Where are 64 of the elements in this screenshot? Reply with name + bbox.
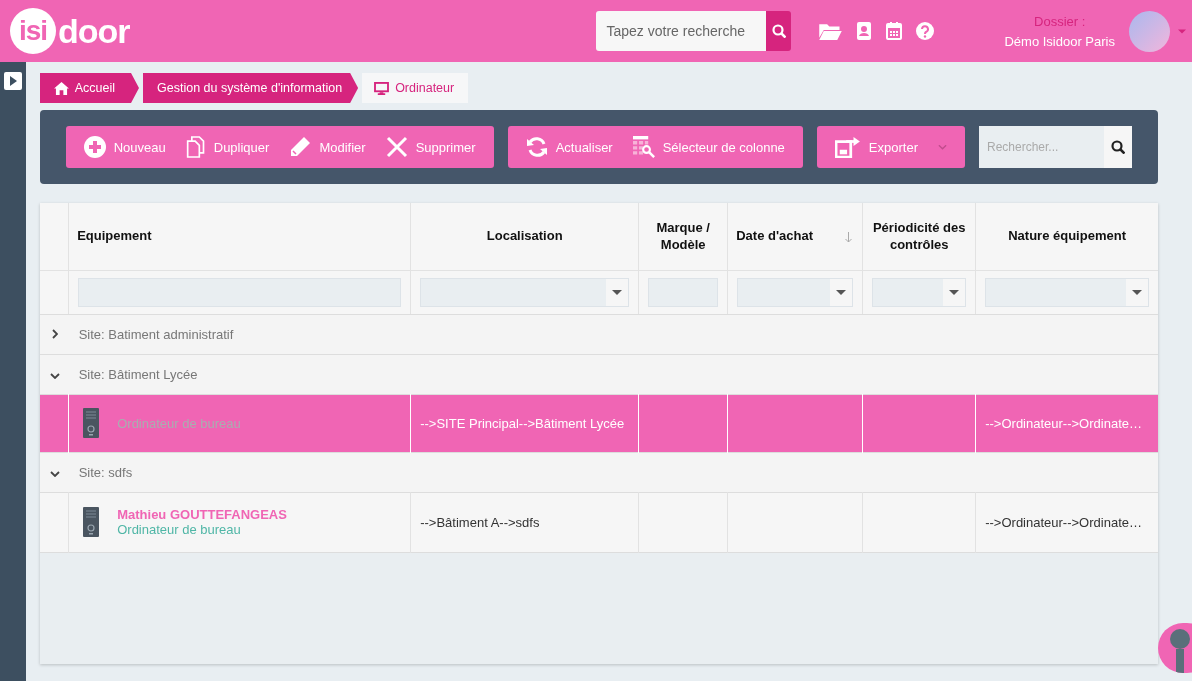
help-icon[interactable]: [916, 22, 935, 40]
filter-field[interactable]: [78, 277, 402, 307]
logo[interactable]: isi door: [10, 8, 130, 54]
group-label: Site: Bâtiment Lycée: [78, 366, 198, 382]
equipment-name: Ordinateur de bureau: [117, 522, 242, 537]
table-search-icon: [632, 136, 655, 158]
plus-circle-icon: [83, 136, 106, 158]
caret-icon: [612, 289, 623, 295]
chevron-down-icon[interactable]: [49, 372, 60, 379]
column-header[interactable]: Equipement: [68, 203, 411, 270]
contact-card-icon[interactable]: [856, 22, 873, 40]
toolbar-button[interactable]: Actualiser: [515, 126, 623, 168]
copy-icon: [185, 136, 206, 158]
play-icon: [8, 76, 17, 86]
refresh-icon: [525, 136, 548, 158]
table-cell: -->Bâtiment A-->sdfs: [420, 514, 540, 530]
dossier-label: Dossier :: [1033, 13, 1087, 29]
export-icon: [834, 136, 861, 158]
group-label: Site: Batiment administratif: [78, 326, 234, 342]
toolbar-button[interactable]: Exporter: [824, 126, 957, 168]
group-label: Site: sdfs: [78, 464, 133, 480]
dossier-name: Démo Isidoor Paris: [1004, 33, 1115, 49]
toolbar-button[interactable]: Nouveau: [73, 126, 176, 168]
calendar-icon[interactable]: [886, 22, 903, 40]
table-cell: -->SITE Principal-->Bâtiment Lycée: [420, 415, 625, 431]
caret-icon[interactable]: [1178, 28, 1186, 34]
column-header[interactable]: Nature équipement: [975, 203, 1158, 270]
caret-icon: [1132, 289, 1142, 295]
toolbar-button[interactable]: Dupliquer: [175, 126, 280, 168]
column-header[interactable]: Marque / Modèle: [638, 203, 728, 270]
breadcrumb-link[interactable]: Gestion du système d'information: [143, 73, 359, 103]
computer-tower-icon: [83, 408, 100, 438]
equipment-name: Ordinateur de bureau: [117, 415, 241, 431]
chevron-down-icon[interactable]: [49, 470, 60, 477]
toolbar-button[interactable]: Sélecteur de colonne: [622, 126, 795, 168]
breadcrumb-link[interactable]: Accueil: [39, 73, 139, 103]
filter-field[interactable]: [648, 277, 719, 307]
column-header[interactable]: Périodicité des contrôles: [862, 203, 976, 270]
owner-name: Mathieu GOUTTEFANGEAS: [117, 507, 287, 522]
avatar[interactable]: [1129, 10, 1170, 52]
table-cell: -->Ordinateur-->Ordinate…: [985, 514, 1142, 530]
chevron-right-icon[interactable]: [51, 328, 58, 339]
table-row[interactable]: Mathieu GOUTTEFANGEAS Ordinateur de bureau -->Bâtiment A-->sdfs -->Ordinateur-->Ordinate…: [39, 492, 1158, 552]
home-icon: [53, 81, 69, 95]
close-icon: [385, 136, 408, 158]
table-cell: -->Ordinateur-->Ordinate…: [985, 415, 1142, 431]
column-header[interactable]: Localisation: [410, 203, 639, 270]
table-row[interactable]: Ordinateur de bureau -->SITE Principal-->Bâtiment Lycée -->Ordinateur-->Ordinate…: [39, 394, 1158, 452]
search-icon: [771, 24, 786, 38]
monitor-icon: [374, 81, 390, 95]
folder-icon[interactable]: [819, 22, 843, 40]
toolbar-button[interactable]: Supprimer: [375, 126, 486, 168]
computer-tower-icon: [83, 507, 100, 537]
search-icon: [1111, 140, 1125, 154]
sidebar-toggle-button[interactable]: [3, 72, 22, 90]
caret-icon: [836, 289, 847, 295]
pencil-icon: [289, 136, 312, 158]
toolbar-button[interactable]: Modifier: [279, 126, 376, 168]
column-header[interactable]: Date d'achat: [727, 203, 863, 270]
caret-icon: [949, 289, 960, 295]
breadcrumb-link[interactable]: Ordinateur: [362, 73, 469, 103]
search-field[interactable]: Tapez votre recherche: [596, 11, 767, 51]
search-button[interactable]: [1104, 126, 1132, 168]
search-field[interactable]: Rechercher...: [979, 126, 1104, 168]
